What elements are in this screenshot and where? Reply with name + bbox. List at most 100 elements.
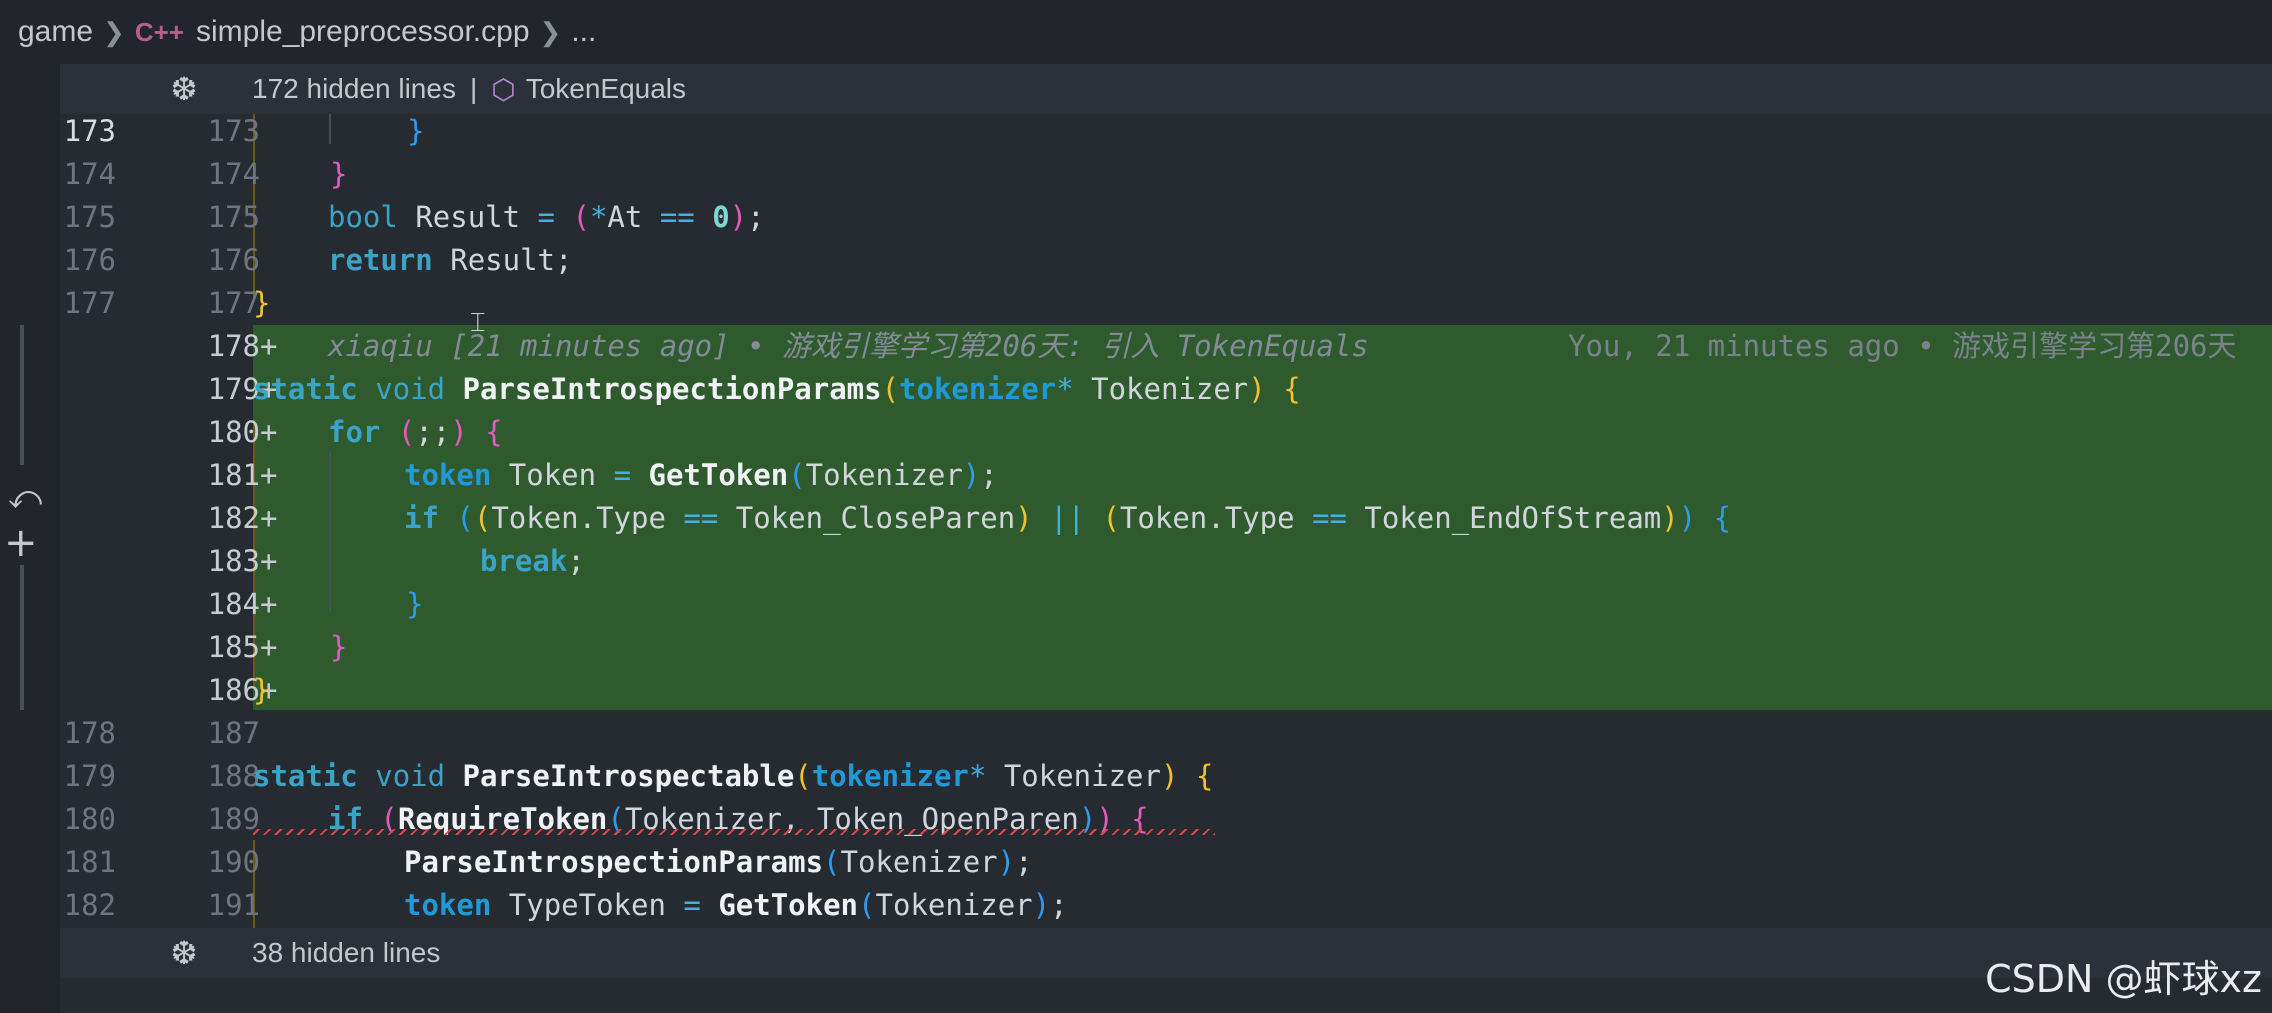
- added-marker: +: [260, 415, 278, 449]
- added-marker: +: [260, 587, 278, 621]
- diff-range-bar: [20, 325, 24, 465]
- old-line-number: 182: [63, 888, 116, 922]
- old-line-number: 176: [63, 243, 116, 277]
- revert-icon[interactable]: ⤺: [8, 478, 42, 517]
- old-line-number: [60, 669, 116, 712]
- code-line-added[interactable]: 182 + if ((Token.Type == Token_ClosePare…: [60, 497, 2272, 540]
- fold-symbol[interactable]: TokenEquals: [526, 73, 686, 105]
- watermark: CSDN @虾球xz: [1985, 957, 2262, 1001]
- fold-separator: |: [469, 73, 478, 104]
- code-line-added[interactable]: 183 + break;: [60, 540, 2272, 583]
- breadcrumb-more[interactable]: ...: [571, 15, 596, 49]
- old-line-number: [60, 411, 116, 454]
- old-line-number: 173: [63, 114, 116, 148]
- old-line-number: [60, 540, 116, 583]
- new-line-number: 176: [207, 243, 260, 277]
- old-line-number: 179: [63, 759, 116, 793]
- code-line-added[interactable]: 180 + for (;;) {: [60, 411, 2272, 454]
- added-marker: +: [260, 458, 278, 492]
- new-line-number: 186: [207, 673, 260, 707]
- added-marker: +: [260, 544, 278, 578]
- code-line[interactable]: 181 190 ParseIntrospectionParams(Tokeniz…: [60, 841, 2272, 884]
- code-text: }: [253, 673, 271, 707]
- code-text: ParseIntrospectionParams(Tokenizer);: [404, 845, 1033, 879]
- code-text: }: [330, 157, 348, 191]
- hidden-lines-label[interactable]: 172 hidden lines: [252, 73, 456, 105]
- old-line-number: 175: [63, 200, 116, 234]
- new-line-number: 181: [207, 458, 260, 492]
- code-text: static void ParseIntrospectable(tokenize…: [253, 759, 1214, 793]
- symbol-cube-icon: ⬡: [491, 73, 516, 105]
- code-line-added[interactable]: 179 + static void ParseIntrospectionPara…: [60, 368, 2272, 411]
- code-line[interactable]: 174 174 }: [60, 153, 2272, 196]
- fold-bar-top[interactable]: ❆ 172 hidden lines | ⬡ TokenEquals: [60, 64, 2272, 114]
- old-line-number: 181: [63, 845, 116, 879]
- code-line[interactable]: 173 173 }: [60, 110, 2272, 153]
- code-text: }: [330, 630, 348, 664]
- code-text: }: [253, 286, 271, 320]
- new-line-number: 189: [207, 802, 260, 836]
- code-text: return Result;: [328, 243, 573, 277]
- code-line-added[interactable]: 186 + }: [60, 669, 2272, 712]
- blame-annotation[interactable]: You, 21 minutes ago • 游戏引擎学习第206天: [1568, 325, 2237, 368]
- stage-plus-icon[interactable]: +: [4, 520, 38, 566]
- old-line-number: [60, 325, 116, 368]
- new-line-number: 184: [207, 587, 260, 621]
- code-line[interactable]: 182 191 token TypeToken = GetToken(Token…: [60, 884, 2272, 927]
- chevron-right-icon: ❯: [539, 16, 562, 47]
- code-text: static void ParseIntrospectionParams(tok…: [253, 372, 1301, 406]
- code-text: token TypeToken = GetToken(Tokenizer);: [404, 888, 1068, 922]
- fold-bar-bottom[interactable]: ❆ 38 hidden lines: [60, 928, 2272, 978]
- new-line-number: 190: [207, 845, 260, 879]
- breadcrumb: game ❯ C++ simple_preprocessor.cpp ❯ ...: [0, 0, 2272, 64]
- unfold-icon[interactable]: ❆: [164, 934, 204, 972]
- code-line-added[interactable]: 181 + token Token = GetToken(Tokenizer);: [60, 454, 2272, 497]
- code-text: }: [406, 587, 424, 621]
- chevron-right-icon: ❯: [103, 16, 125, 47]
- hidden-lines-label[interactable]: 38 hidden lines: [252, 937, 440, 969]
- code-line-added[interactable]: 178 + xiaqiu [21 minutes ago] • 游戏引擎学习第2…: [60, 325, 2272, 368]
- breadcrumb-file[interactable]: simple_preprocessor.cpp: [196, 15, 530, 49]
- code-text: }: [407, 114, 425, 148]
- old-line-number: 177: [63, 286, 116, 320]
- added-marker: +: [260, 329, 278, 363]
- added-marker: +: [260, 630, 278, 664]
- new-line-number: 173: [207, 114, 260, 148]
- new-line-number: 185: [207, 630, 260, 664]
- new-line-number: 178: [207, 329, 260, 363]
- new-line-number: 191: [207, 888, 260, 922]
- new-line-number: 183: [207, 544, 260, 578]
- new-line-number: 187: [207, 716, 260, 750]
- code-line[interactable]: 179 188 static void ParseIntrospectable(…: [60, 755, 2272, 798]
- old-line-number: [60, 583, 116, 626]
- old-line-number: [60, 368, 116, 411]
- code-line[interactable]: 175 175 bool Result = (*At == 0);: [60, 196, 2272, 239]
- inline-blame[interactable]: xiaqiu [21 minutes ago] • 游戏引擎学习第206天: 引…: [328, 325, 1369, 368]
- new-line-number: 182: [207, 501, 260, 535]
- new-line-number: 179: [207, 372, 260, 406]
- old-line-number: [60, 626, 116, 669]
- code-line-added[interactable]: 184 + }: [60, 583, 2272, 626]
- code-text: token Token = GetToken(Tokenizer);: [404, 458, 998, 492]
- code-line-added[interactable]: 185 + }: [60, 626, 2272, 669]
- new-line-number: 188: [207, 759, 260, 793]
- new-line-number: 180: [207, 415, 260, 449]
- code-line[interactable]: 177 177 }: [60, 282, 2272, 325]
- code-line[interactable]: 178 187: [60, 712, 2272, 755]
- code-text: if ((Token.Type == Token_CloseParen) || …: [404, 501, 1732, 535]
- old-line-number: 178: [63, 716, 116, 750]
- new-line-number: 174: [207, 157, 260, 191]
- old-line-number: 180: [63, 802, 116, 836]
- code-text: bool Result = (*At == 0);: [328, 200, 765, 234]
- new-line-number: 177: [207, 286, 260, 320]
- code-text: for (;;) {: [328, 415, 503, 449]
- cpp-file-icon: C++: [134, 16, 184, 47]
- old-line-number: [60, 497, 116, 540]
- diff-range-bar: [20, 565, 24, 710]
- error-squiggle[interactable]: [253, 829, 1215, 835]
- new-line-number: 175: [207, 200, 260, 234]
- code-line[interactable]: 176 176 return Result;: [60, 239, 2272, 282]
- breadcrumb-folder[interactable]: game: [18, 15, 93, 49]
- unfold-icon[interactable]: ❆: [164, 70, 204, 108]
- old-line-number: [60, 454, 116, 497]
